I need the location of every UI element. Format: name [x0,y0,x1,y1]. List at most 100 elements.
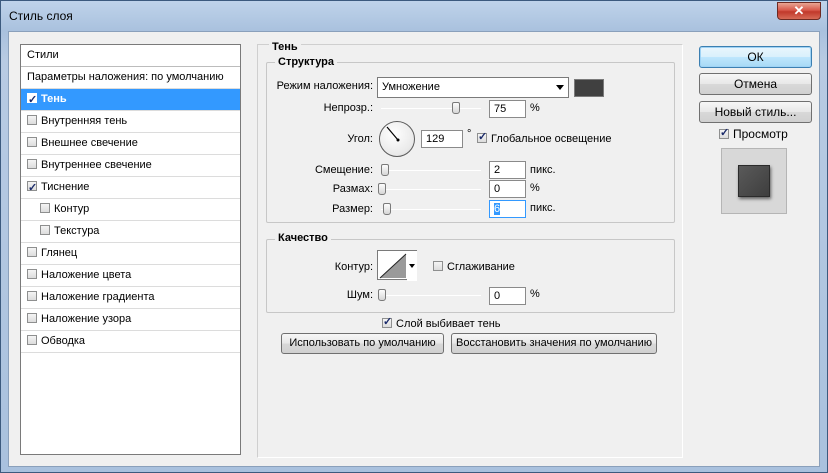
checkbox-icon[interactable] [27,159,37,169]
styles-list-header[interactable]: Стили [21,45,240,67]
checkbox-icon[interactable] [27,178,37,199]
global-light-label[interactable]: Глобальное освещение [491,133,612,145]
style-item-label: Контур [54,203,90,215]
opacity-input[interactable]: 75 [489,100,526,118]
angle-label: Угол: [347,133,373,145]
blend-mode-label: Режим наложения: [276,80,373,92]
style-item-label: Обводка [41,335,86,347]
checkbox-icon [433,261,443,271]
checkbox-icon [382,315,392,328]
style-item-label: Глянец [41,247,78,259]
checkbox-icon[interactable] [27,137,37,147]
checkbox-icon[interactable] [27,90,37,111]
cancel-button[interactable]: Отмена [699,73,812,95]
style-item[interactable]: Текстура [21,221,240,243]
style-item[interactable]: Обводка [21,331,240,353]
shadow-color-swatch[interactable] [574,79,604,97]
angle-input[interactable]: 129 [421,130,463,148]
quality-group [266,239,675,313]
preview-checkbox[interactable] [719,126,733,141]
global-light-checkbox[interactable] [477,130,491,145]
style-item[interactable]: Тень [21,89,240,111]
title-bar[interactable]: Стиль слоя ✕ [1,1,827,31]
spread-slider-thumb[interactable] [378,183,386,195]
quality-title: Качество [275,232,331,244]
noise-input[interactable]: 0 [489,287,526,305]
style-item-label: Внутреннее свечение [41,159,152,171]
distance-input[interactable]: 2 [489,161,526,179]
size-slider-thumb[interactable] [383,203,391,215]
spread-input[interactable]: 0 [489,180,526,198]
use-default-button[interactable]: Использовать по умолчанию [281,333,444,354]
style-item-label: Внешнее свечение [41,137,138,149]
spread-unit: % [530,182,540,194]
ok-button[interactable]: ОК [699,46,812,68]
styles-list: Стили Параметры наложения: по умолчанию … [20,44,241,455]
antialias-label[interactable]: Сглаживание [447,261,515,273]
antialias-checkbox[interactable] [433,261,447,273]
layer-knocks-out-label[interactable]: Слой выбивает тень [396,318,501,330]
opacity-slider-track[interactable] [381,108,481,109]
blend-mode-dropdown[interactable]: Умножение [377,77,569,98]
chevron-down-icon [556,85,564,90]
style-item[interactable]: Наложение узора [21,309,240,331]
style-item-label: Тиснение [41,181,90,193]
checkbox-icon[interactable] [27,247,37,257]
drop-shadow-title: Тень [269,41,301,53]
size-slider-track[interactable] [381,209,481,210]
style-item[interactable]: Контур [21,199,240,221]
opacity-slider-thumb[interactable] [452,102,460,114]
style-item-label: Внутренняя тень [41,115,128,127]
size-input[interactable]: 6 [489,200,526,218]
close-icon: ✕ [793,3,805,18]
layer-style-dialog: Стиль слоя ✕ Стили Параметры наложения: … [0,0,828,473]
blending-options-item[interactable]: Параметры наложения: по умолчанию [21,67,240,89]
style-item-label: Наложение узора [41,313,132,325]
reset-default-button[interactable]: Восстановить значения по умолчанию [451,333,657,354]
size-label: Размер: [332,203,373,215]
noise-slider-track[interactable] [381,295,481,296]
spread-label: Размах: [332,183,373,195]
noise-label: Шум: [346,289,373,301]
angle-dial-needle [386,126,400,142]
distance-unit: пикс. [530,164,556,176]
style-item[interactable]: Внутреннее свечение [21,155,240,177]
style-item[interactable]: Наложение градиента [21,287,240,309]
checkbox-icon[interactable] [27,291,37,301]
style-item[interactable]: Тиснение [21,177,240,199]
distance-label: Смещение: [314,164,373,176]
dialog-client-area: Стили Параметры наложения: по умолчанию … [8,31,820,467]
checkbox-icon[interactable] [40,203,50,213]
blend-mode-value: Умножение [382,81,440,93]
opacity-label: Непрозр.: [323,102,373,114]
distance-slider-thumb[interactable] [381,164,389,176]
spread-slider-track[interactable] [381,189,481,190]
new-style-button[interactable]: Новый стиль... [699,101,812,123]
blending-options-label: Параметры наложения: по умолчанию [27,71,224,83]
angle-dial[interactable] [379,121,415,157]
distance-slider-track[interactable] [381,170,481,171]
checkbox-icon [719,126,729,139]
style-item-label: Наложение градиента [41,291,155,303]
layer-knocks-out-checkbox[interactable] [382,315,396,330]
style-item[interactable]: Наложение цвета [21,265,240,287]
close-button[interactable]: ✕ [777,2,821,20]
checkbox-icon[interactable] [27,115,37,125]
checkbox-icon [477,130,487,143]
preview-label[interactable]: Просмотр [733,127,788,141]
checkbox-icon[interactable] [27,269,37,279]
size-value: 6 [494,203,501,215]
noise-unit: % [530,288,540,300]
style-item[interactable]: Внешнее свечение [21,133,240,155]
noise-value: 0 [494,290,501,302]
opacity-value: 75 [494,103,507,115]
checkbox-icon[interactable] [27,313,37,323]
checkbox-icon[interactable] [27,335,37,345]
checkbox-icon[interactable] [40,225,50,235]
contour-picker[interactable] [377,250,417,281]
noise-slider-thumb[interactable] [378,289,386,301]
style-preview [721,148,787,214]
style-item[interactable]: Внутренняя тень [21,111,240,133]
style-item[interactable]: Глянец [21,243,240,265]
angle-unit: ° [467,128,472,140]
